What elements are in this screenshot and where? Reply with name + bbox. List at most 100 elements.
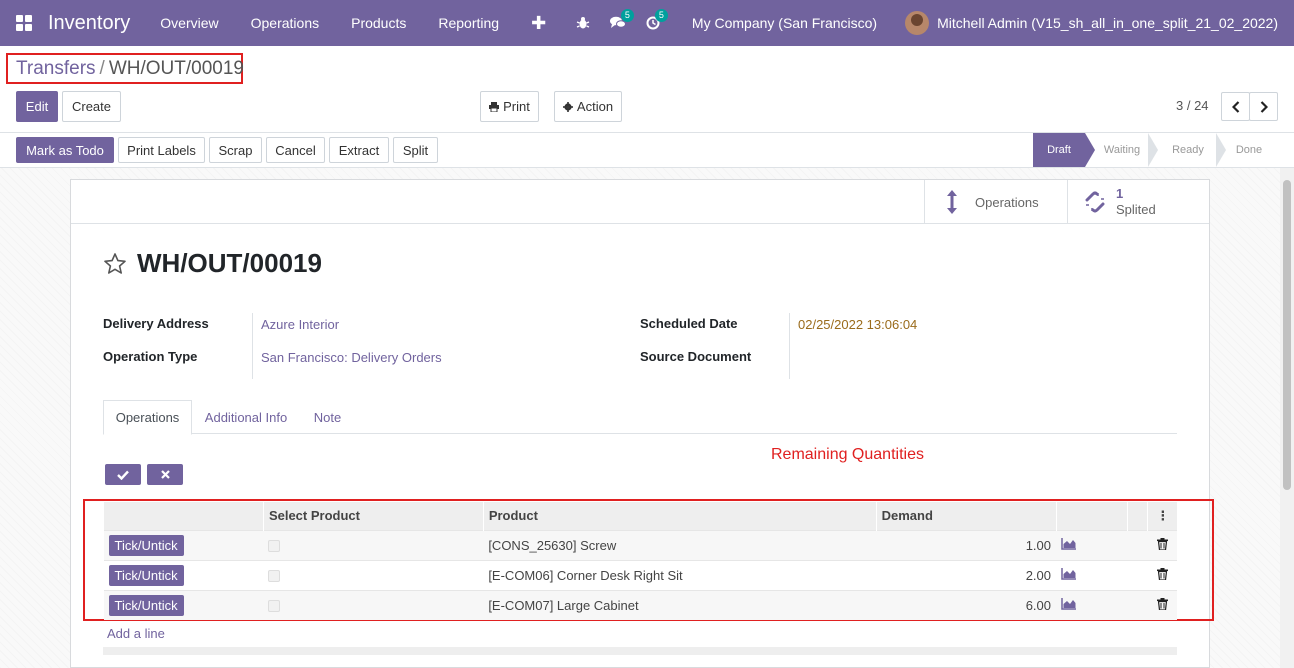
unselect-all-button[interactable]: [147, 464, 183, 485]
operations-smart-button[interactable]: Operations: [924, 180, 1067, 224]
menu-overview[interactable]: Overview: [144, 0, 234, 46]
star-icon[interactable]: [103, 252, 127, 276]
column-header-product[interactable]: Product: [482, 502, 877, 530]
action-label: Action: [576, 99, 614, 114]
extract-button[interactable]: Extract: [329, 137, 389, 163]
product-cell[interactable]: [E-COM07] Large Cabinet: [483, 589, 877, 620]
stage-done[interactable]: Done: [1228, 133, 1270, 167]
tick-untick-button[interactable]: Tick/Untick: [108, 594, 184, 616]
activity-badge: 5: [654, 9, 668, 22]
field-divider: [789, 313, 790, 379]
menu-products[interactable]: Products: [335, 0, 422, 46]
stage-arrow: [1216, 133, 1226, 167]
remaining-quantities-annotation: Remaining Quantities: [771, 446, 924, 463]
delivery-address-label: Delivery Address: [103, 316, 209, 331]
trash-icon[interactable]: [1156, 567, 1168, 581]
trash-icon[interactable]: [1156, 537, 1168, 551]
breadcrumb: Transfers / WH/OUT/00019: [6, 53, 244, 84]
menu-operations[interactable]: Operations: [235, 0, 335, 46]
scrollbar-thumb[interactable]: [1283, 180, 1291, 490]
user-name: Mitchell Admin (V15_sh_all_in_one_split_…: [937, 15, 1278, 31]
menu-reporting[interactable]: Reporting: [422, 0, 515, 46]
breadcrumb-current: WH/OUT/00019: [108, 57, 244, 79]
tab-note[interactable]: Note: [303, 400, 352, 434]
apps-menu-icon[interactable]: [0, 0, 48, 46]
tick-untick-button[interactable]: Tick/Untick: [108, 534, 184, 556]
arrows-vertical-icon: [947, 190, 957, 214]
chevron-left-icon: [1231, 100, 1239, 113]
breadcrumb-transfers[interactable]: Transfers: [16, 58, 96, 80]
activity-clock-icon[interactable]: 5: [636, 9, 670, 30]
gear-icon: [562, 101, 573, 112]
print-label: Print: [503, 99, 530, 114]
pager-previous-button[interactable]: [1221, 92, 1250, 121]
field-divider: [252, 313, 253, 379]
edit-button[interactable]: Edit: [16, 91, 58, 122]
scheduled-date-label: Scheduled Date: [640, 316, 738, 331]
forecast-chart-icon[interactable]: [1061, 537, 1077, 550]
operation-type-field[interactable]: San Francisco: Delivery Orders: [261, 350, 442, 365]
vertical-scrollbar[interactable]: [1280, 168, 1294, 668]
table-row[interactable]: Tick/Untick [CONS_25630] Screw 1.00: [103, 529, 1177, 560]
breadcrumb-separator: /: [99, 57, 105, 79]
print-button[interactable]: Print: [480, 91, 539, 122]
notebook-tabs: Operations Additional Info Note: [103, 400, 1177, 435]
column-header-demand[interactable]: Demand: [875, 502, 1056, 530]
mark-as-todo-button[interactable]: Mark as Todo: [16, 137, 114, 163]
status-bar: Mark as Todo Print Labels Scrap Cancel E…: [0, 132, 1294, 168]
operation-type-label: Operation Type: [103, 349, 198, 364]
smart-button-box: Operations 1 Splited: [71, 180, 1209, 224]
column-header-select-product[interactable]: Select Product: [262, 502, 484, 530]
tab-operations[interactable]: Operations: [103, 400, 192, 435]
stage-waiting[interactable]: Waiting: [1096, 133, 1148, 167]
optional-columns-kebab-icon[interactable]: ⋮: [1147, 502, 1177, 530]
plus-icon[interactable]: ✚: [515, 0, 562, 46]
splited-smart-button[interactable]: 1 Splited: [1067, 180, 1209, 224]
print-labels-button[interactable]: Print Labels: [118, 137, 205, 163]
forecast-chart-icon[interactable]: [1061, 597, 1077, 610]
tick-untick-button[interactable]: Tick/Untick: [108, 564, 184, 586]
chat-badge: 5: [620, 9, 634, 22]
pager-next-button[interactable]: [1249, 92, 1278, 121]
column-header-tick: [103, 502, 264, 530]
splited-count: 1: [1116, 186, 1124, 201]
create-button[interactable]: Create: [62, 91, 121, 122]
trash-icon[interactable]: [1156, 597, 1168, 611]
broken-link-icon: [1085, 191, 1105, 213]
select-all-button[interactable]: [105, 464, 141, 485]
table-footer: [103, 647, 1177, 655]
add-a-line-link[interactable]: Add a line: [107, 626, 165, 641]
action-button[interactable]: Action: [554, 91, 622, 122]
cancel-button[interactable]: Cancel: [266, 137, 325, 163]
pager-value[interactable]: 3 / 24: [1176, 98, 1209, 113]
select-product-checkbox[interactable]: [268, 570, 281, 583]
app-name[interactable]: Inventory: [48, 12, 130, 35]
form-sheet: Operations 1 Splited WH/OUT/00019 Delive…: [70, 179, 1214, 668]
product-cell[interactable]: [CONS_25630] Screw: [483, 529, 877, 560]
demand-cell[interactable]: 2.00: [876, 559, 1056, 590]
source-document-label: Source Document: [640, 349, 752, 364]
forecast-chart-icon[interactable]: [1061, 567, 1077, 580]
delivery-address-field[interactable]: Azure Interior: [261, 317, 339, 332]
stage-ready[interactable]: Ready: [1160, 133, 1216, 167]
demand-cell[interactable]: 6.00: [876, 589, 1056, 620]
table-row[interactable]: Tick/Untick [E-COM07] Large Cabinet 6.00: [103, 589, 1177, 620]
table-header-row: Select Product Product Demand ⋮: [103, 502, 1177, 530]
demand-cell[interactable]: 1.00: [876, 529, 1056, 560]
table-row[interactable]: Tick/Untick [E-COM06] Corner Desk Right …: [103, 559, 1177, 590]
check-icon: [117, 470, 129, 480]
stage-draft[interactable]: Draft: [1033, 133, 1085, 167]
product-cell[interactable]: [E-COM06] Corner Desk Right Sit: [483, 559, 877, 590]
top-navbar: Inventory Overview Operations Products R…: [0, 0, 1294, 46]
company-switcher[interactable]: My Company (San Francisco): [670, 15, 905, 31]
tab-additional-info[interactable]: Additional Info: [195, 400, 297, 434]
scrap-button[interactable]: Scrap: [209, 137, 262, 163]
select-product-checkbox[interactable]: [268, 540, 281, 553]
debug-bug-icon[interactable]: [566, 16, 600, 30]
avatar: [905, 11, 930, 35]
split-button[interactable]: Split: [393, 137, 438, 163]
scheduled-date-field[interactable]: 02/25/2022 13:06:04: [798, 317, 917, 332]
select-product-checkbox[interactable]: [268, 600, 281, 613]
user-menu[interactable]: Mitchell Admin (V15_sh_all_in_one_split_…: [905, 11, 1294, 35]
chat-icon[interactable]: 5: [600, 9, 636, 30]
